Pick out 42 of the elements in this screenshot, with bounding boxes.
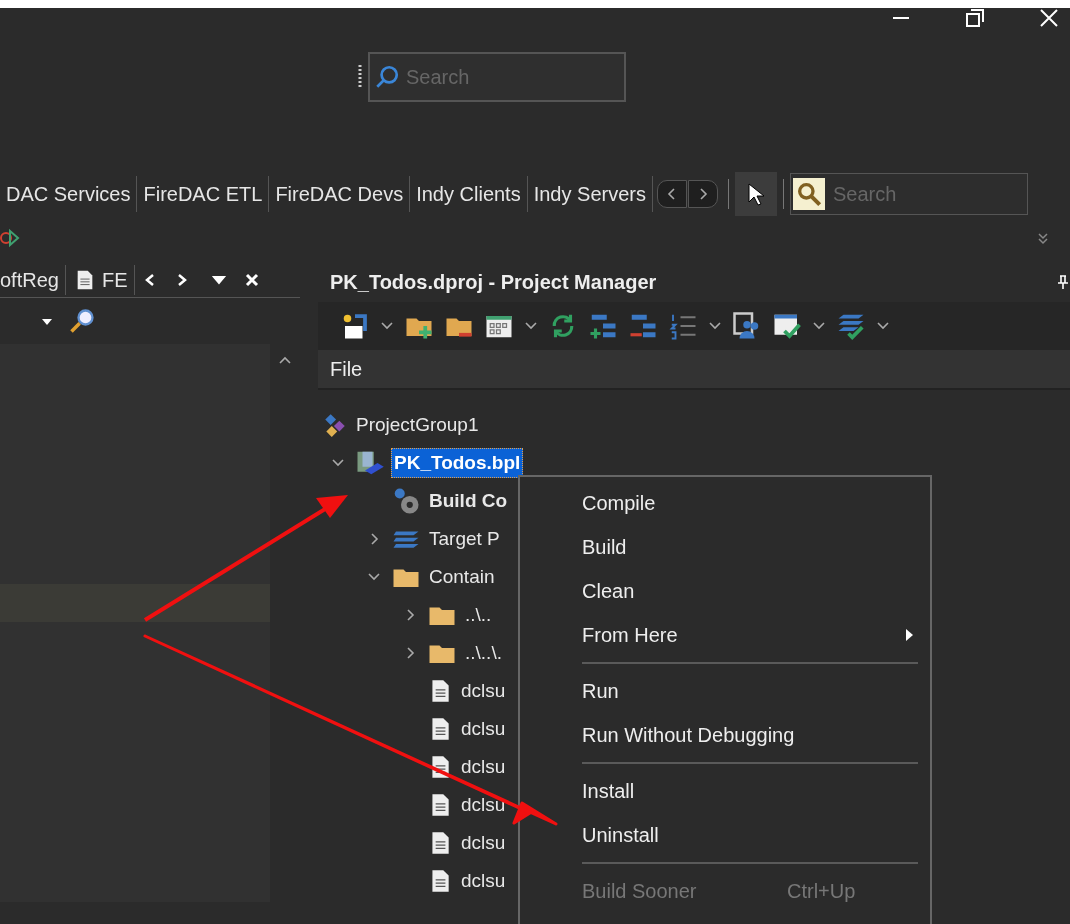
menu-item[interactable]: Clean xyxy=(520,569,930,613)
scroll-left-button[interactable] xyxy=(656,180,687,208)
tree-item[interactable]: ..\.. xyxy=(463,600,494,630)
pointer-button[interactable] xyxy=(734,172,777,216)
panel-title: PK_Todos.dproj - Project Manager xyxy=(330,270,657,295)
panel-tab[interactable]: FE xyxy=(73,264,135,295)
menu-item[interactable]: Uninstall xyxy=(520,813,930,857)
palette-search-field[interactable]: Search xyxy=(789,173,1028,215)
pin-icon[interactable] xyxy=(1056,274,1070,290)
tree-item[interactable]: dclsu xyxy=(459,828,508,858)
column-header[interactable]: File xyxy=(330,354,363,384)
tree-item[interactable]: Build Co xyxy=(427,486,510,516)
close-icon[interactable] xyxy=(1038,8,1060,28)
panel-tab[interactable]: oftReg xyxy=(0,264,66,295)
menu-item[interactable]: From Here xyxy=(520,613,930,657)
tree-item[interactable]: ..\..\. xyxy=(463,638,504,668)
highlighted-row[interactable] xyxy=(0,584,270,622)
menu-item[interactable]: Run xyxy=(520,669,930,713)
tree-item[interactable]: dclsu xyxy=(459,866,508,896)
submenu-arrow-icon xyxy=(904,628,914,642)
menu-item[interactable]: Install xyxy=(520,769,930,813)
palette-tab[interactable]: Indy Servers xyxy=(527,176,653,212)
palette-tab[interactable]: Indy Clients xyxy=(410,176,528,212)
double-chevron-icon[interactable] xyxy=(1036,231,1050,245)
palette-tab[interactable]: FireDAC ETL xyxy=(137,176,270,212)
tree-item[interactable]: ProjectGroup1 xyxy=(354,410,481,440)
scroll-right-button[interactable] xyxy=(687,180,718,208)
palette-tab[interactable]: FireDAC Devs xyxy=(269,176,411,212)
menu-item[interactable]: Compile xyxy=(520,481,930,525)
menu-item[interactable]: Build xyxy=(520,525,930,569)
tree-item[interactable]: PK_Todos.bpl xyxy=(391,447,524,479)
tree-item[interactable]: Contain xyxy=(427,562,497,592)
palette-tab[interactable]: DAC Services xyxy=(0,176,138,212)
tree-item[interactable]: dclsu xyxy=(459,676,508,706)
tree-item[interactable]: dclsu xyxy=(459,790,508,820)
search-icon xyxy=(792,178,825,210)
tree-item[interactable]: dclsu xyxy=(459,714,508,744)
tree-item[interactable]: dclsu xyxy=(459,752,508,782)
close-icon[interactable] xyxy=(244,272,259,287)
menu-item[interactable]: Run Without Debugging xyxy=(520,713,930,757)
tree-item[interactable]: Target P xyxy=(427,524,502,554)
restore-icon[interactable] xyxy=(964,8,986,28)
